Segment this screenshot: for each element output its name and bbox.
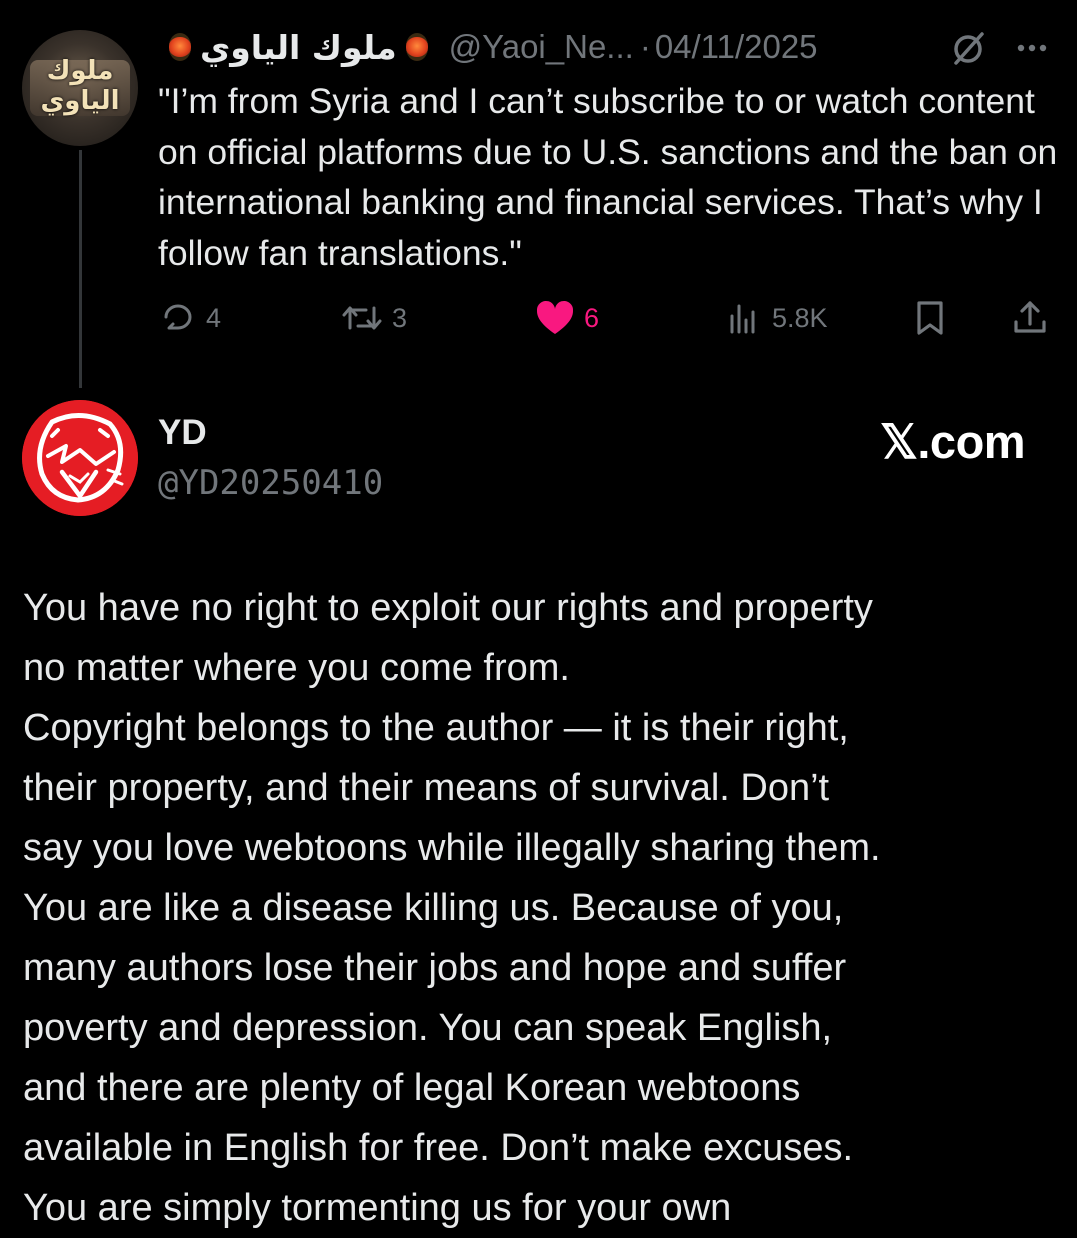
header-icons (948, 28, 1048, 68)
tweet-header: ملوك الياوي @Yaoi_Ne... · 04/11/2025 (160, 24, 818, 70)
like-count: 6 (584, 302, 600, 333)
text-line: You have no right to exploit our rights … (23, 587, 873, 629)
views-button[interactable]: 5.8K (724, 296, 828, 340)
text-line: no matter where you come from. (23, 647, 570, 689)
heart-icon (536, 300, 574, 334)
share-icon (1014, 301, 1046, 333)
display-name[interactable]: YD (158, 410, 207, 456)
bookmark-button[interactable] (910, 296, 950, 340)
text-line: You are simply tormenting us for your ow… (23, 1187, 732, 1229)
tweet-text: You have no right to exploit our rights … (23, 578, 1063, 1238)
reply-icon (164, 304, 192, 330)
view-count: 5.8K (772, 302, 828, 333)
avatar[interactable] (22, 400, 138, 516)
reply-count: 4 (206, 302, 222, 333)
text-line: Copyright belongs to the author — it is … (23, 707, 849, 749)
display-name-text: ملوك الياوي (200, 27, 397, 67)
avatar[interactable]: ملوك الياوي (22, 30, 138, 146)
grok-icon[interactable] (948, 28, 988, 68)
text-line: say you love webtoons while illegally sh… (23, 827, 881, 869)
post-date[interactable]: 04/11/2025 (655, 28, 818, 66)
more-options-icon[interactable] (1016, 42, 1048, 54)
text-line: and there are plenty of legal Korean web… (23, 1067, 801, 1109)
tweet-text: "I’m from Syria and I can’t subscribe to… (158, 81, 1058, 273)
text-line: many authors lose their jobs and hope an… (23, 947, 847, 989)
tweet-actions: 4 3 6 5.8K (158, 296, 1058, 340)
avatar-logo-icon (22, 400, 138, 516)
bookmark-icon (917, 301, 943, 335)
text-line: You are like a disease killing us. Becau… (23, 887, 844, 929)
x-brand-watermark: 𝕏.com (880, 415, 1026, 468)
lantern-emoji-icon (169, 33, 191, 61)
text-line: poverty and depression. You can speak En… (23, 1007, 833, 1049)
repost-button[interactable]: 3 (340, 296, 407, 340)
lantern-emoji-icon (405, 33, 428, 61)
separator-dot: · (639, 28, 651, 65)
thread-connector-line (79, 150, 82, 388)
reply-button[interactable]: 4 (158, 296, 221, 340)
analytics-icon (730, 304, 755, 334)
share-button[interactable] (1010, 296, 1050, 340)
display-name[interactable]: ملوك الياوي (160, 28, 437, 67)
user-handle[interactable]: @Yaoi_Ne... (449, 28, 634, 66)
text-line: available in English for free. Don’t mak… (23, 1127, 854, 1169)
like-button[interactable]: 6 (534, 296, 599, 340)
user-handle[interactable]: @YD20250410 (158, 460, 383, 506)
repost-icon (342, 306, 382, 330)
repost-count: 3 (392, 302, 408, 333)
avatar-logo-text: ملوك الياوي (40, 56, 120, 116)
text-line: their property, and their means of survi… (23, 767, 830, 809)
